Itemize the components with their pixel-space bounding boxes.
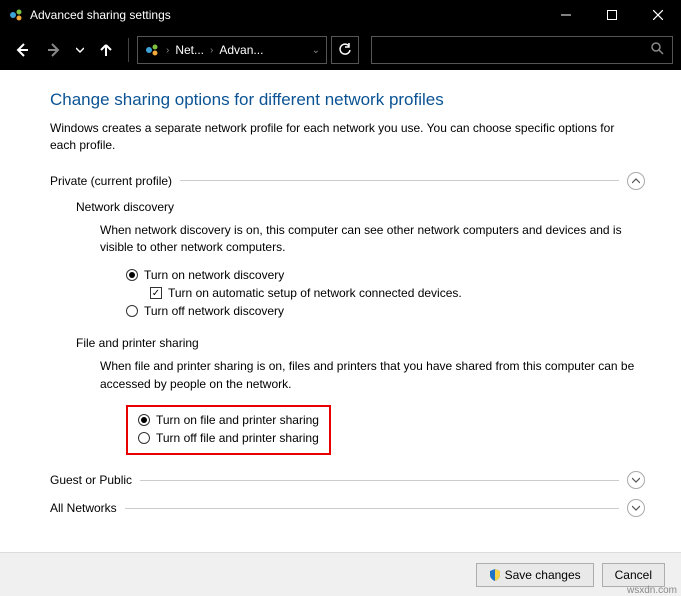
maximize-button[interactable] <box>589 0 635 30</box>
section-private[interactable]: Private (current profile) <box>50 172 645 190</box>
radio-icon <box>138 432 150 444</box>
subsection-network-discovery: Network discovery <box>76 200 645 214</box>
divider <box>140 480 619 481</box>
highlight-box: Turn on file and printer sharing Turn of… <box>126 405 331 455</box>
page-subtext: Windows creates a separate network profi… <box>50 120 630 154</box>
button-label: Save changes <box>505 568 581 582</box>
radio-fps-on[interactable]: Turn on file and printer sharing <box>138 413 319 427</box>
search-icon <box>651 42 664 58</box>
description: When network discovery is on, this compu… <box>100 222 640 257</box>
description: When file and printer sharing is on, fil… <box>100 358 640 393</box>
radio-label: Turn off network discovery <box>144 304 284 318</box>
forward-button[interactable] <box>40 36 68 64</box>
shield-icon <box>489 569 501 581</box>
radio-icon <box>138 414 150 426</box>
checkbox-auto-setup[interactable]: ✓ Turn on automatic setup of network con… <box>150 286 645 300</box>
back-button[interactable] <box>8 36 36 64</box>
section-label: All Networks <box>50 501 117 515</box>
section-label: Guest or Public <box>50 473 132 487</box>
radio-discovery-on[interactable]: Turn on network discovery <box>126 268 645 282</box>
checkbox-label: Turn on automatic setup of network conne… <box>168 286 462 300</box>
radio-icon <box>126 305 138 317</box>
radio-label: Turn off file and printer sharing <box>156 431 319 445</box>
chevron-right-icon: › <box>210 45 213 56</box>
collapse-icon[interactable] <box>627 172 645 190</box>
breadcrumb-icon <box>144 42 160 58</box>
cancel-button[interactable]: Cancel <box>602 563 665 587</box>
footer-bar: Save changes Cancel <box>0 552 681 596</box>
section-all-networks[interactable]: All Networks <box>50 499 645 517</box>
recent-dropdown[interactable] <box>72 36 88 64</box>
page-heading: Change sharing options for different net… <box>50 90 645 110</box>
radio-label: Turn on file and printer sharing <box>156 413 319 427</box>
save-changes-button[interactable]: Save changes <box>476 563 594 587</box>
section-label: Private (current profile) <box>50 174 172 188</box>
window-titlebar: Advanced sharing settings <box>0 0 681 30</box>
checkbox-icon: ✓ <box>150 287 162 299</box>
app-icon <box>8 7 24 23</box>
breadcrumb-part[interactable]: Advan... <box>219 43 263 57</box>
radio-discovery-off[interactable]: Turn off network discovery <box>126 304 645 318</box>
close-button[interactable] <box>635 0 681 30</box>
radio-fps-off[interactable]: Turn off file and printer sharing <box>138 431 319 445</box>
content-area: Change sharing options for different net… <box>0 70 681 550</box>
window-title: Advanced sharing settings <box>30 8 543 22</box>
breadcrumb[interactable]: › Net... › Advan... ⌄ <box>137 36 327 64</box>
expand-icon[interactable] <box>627 471 645 489</box>
breadcrumb-part[interactable]: Net... <box>175 43 204 57</box>
minimize-button[interactable] <box>543 0 589 30</box>
refresh-button[interactable] <box>331 36 359 64</box>
radio-icon <box>126 269 138 281</box>
expand-icon[interactable] <box>627 499 645 517</box>
up-button[interactable] <box>92 36 120 64</box>
divider <box>125 508 619 509</box>
radio-label: Turn on network discovery <box>144 268 284 282</box>
search-input[interactable] <box>371 36 673 64</box>
chevron-right-icon: › <box>166 45 169 56</box>
navigation-bar: › Net... › Advan... ⌄ <box>0 30 681 70</box>
divider <box>128 38 129 62</box>
section-guest-public[interactable]: Guest or Public <box>50 471 645 489</box>
chevron-down-icon[interactable]: ⌄ <box>312 45 320 56</box>
subsection-file-printer-sharing: File and printer sharing <box>76 336 645 350</box>
divider <box>180 180 619 181</box>
button-label: Cancel <box>615 568 652 582</box>
